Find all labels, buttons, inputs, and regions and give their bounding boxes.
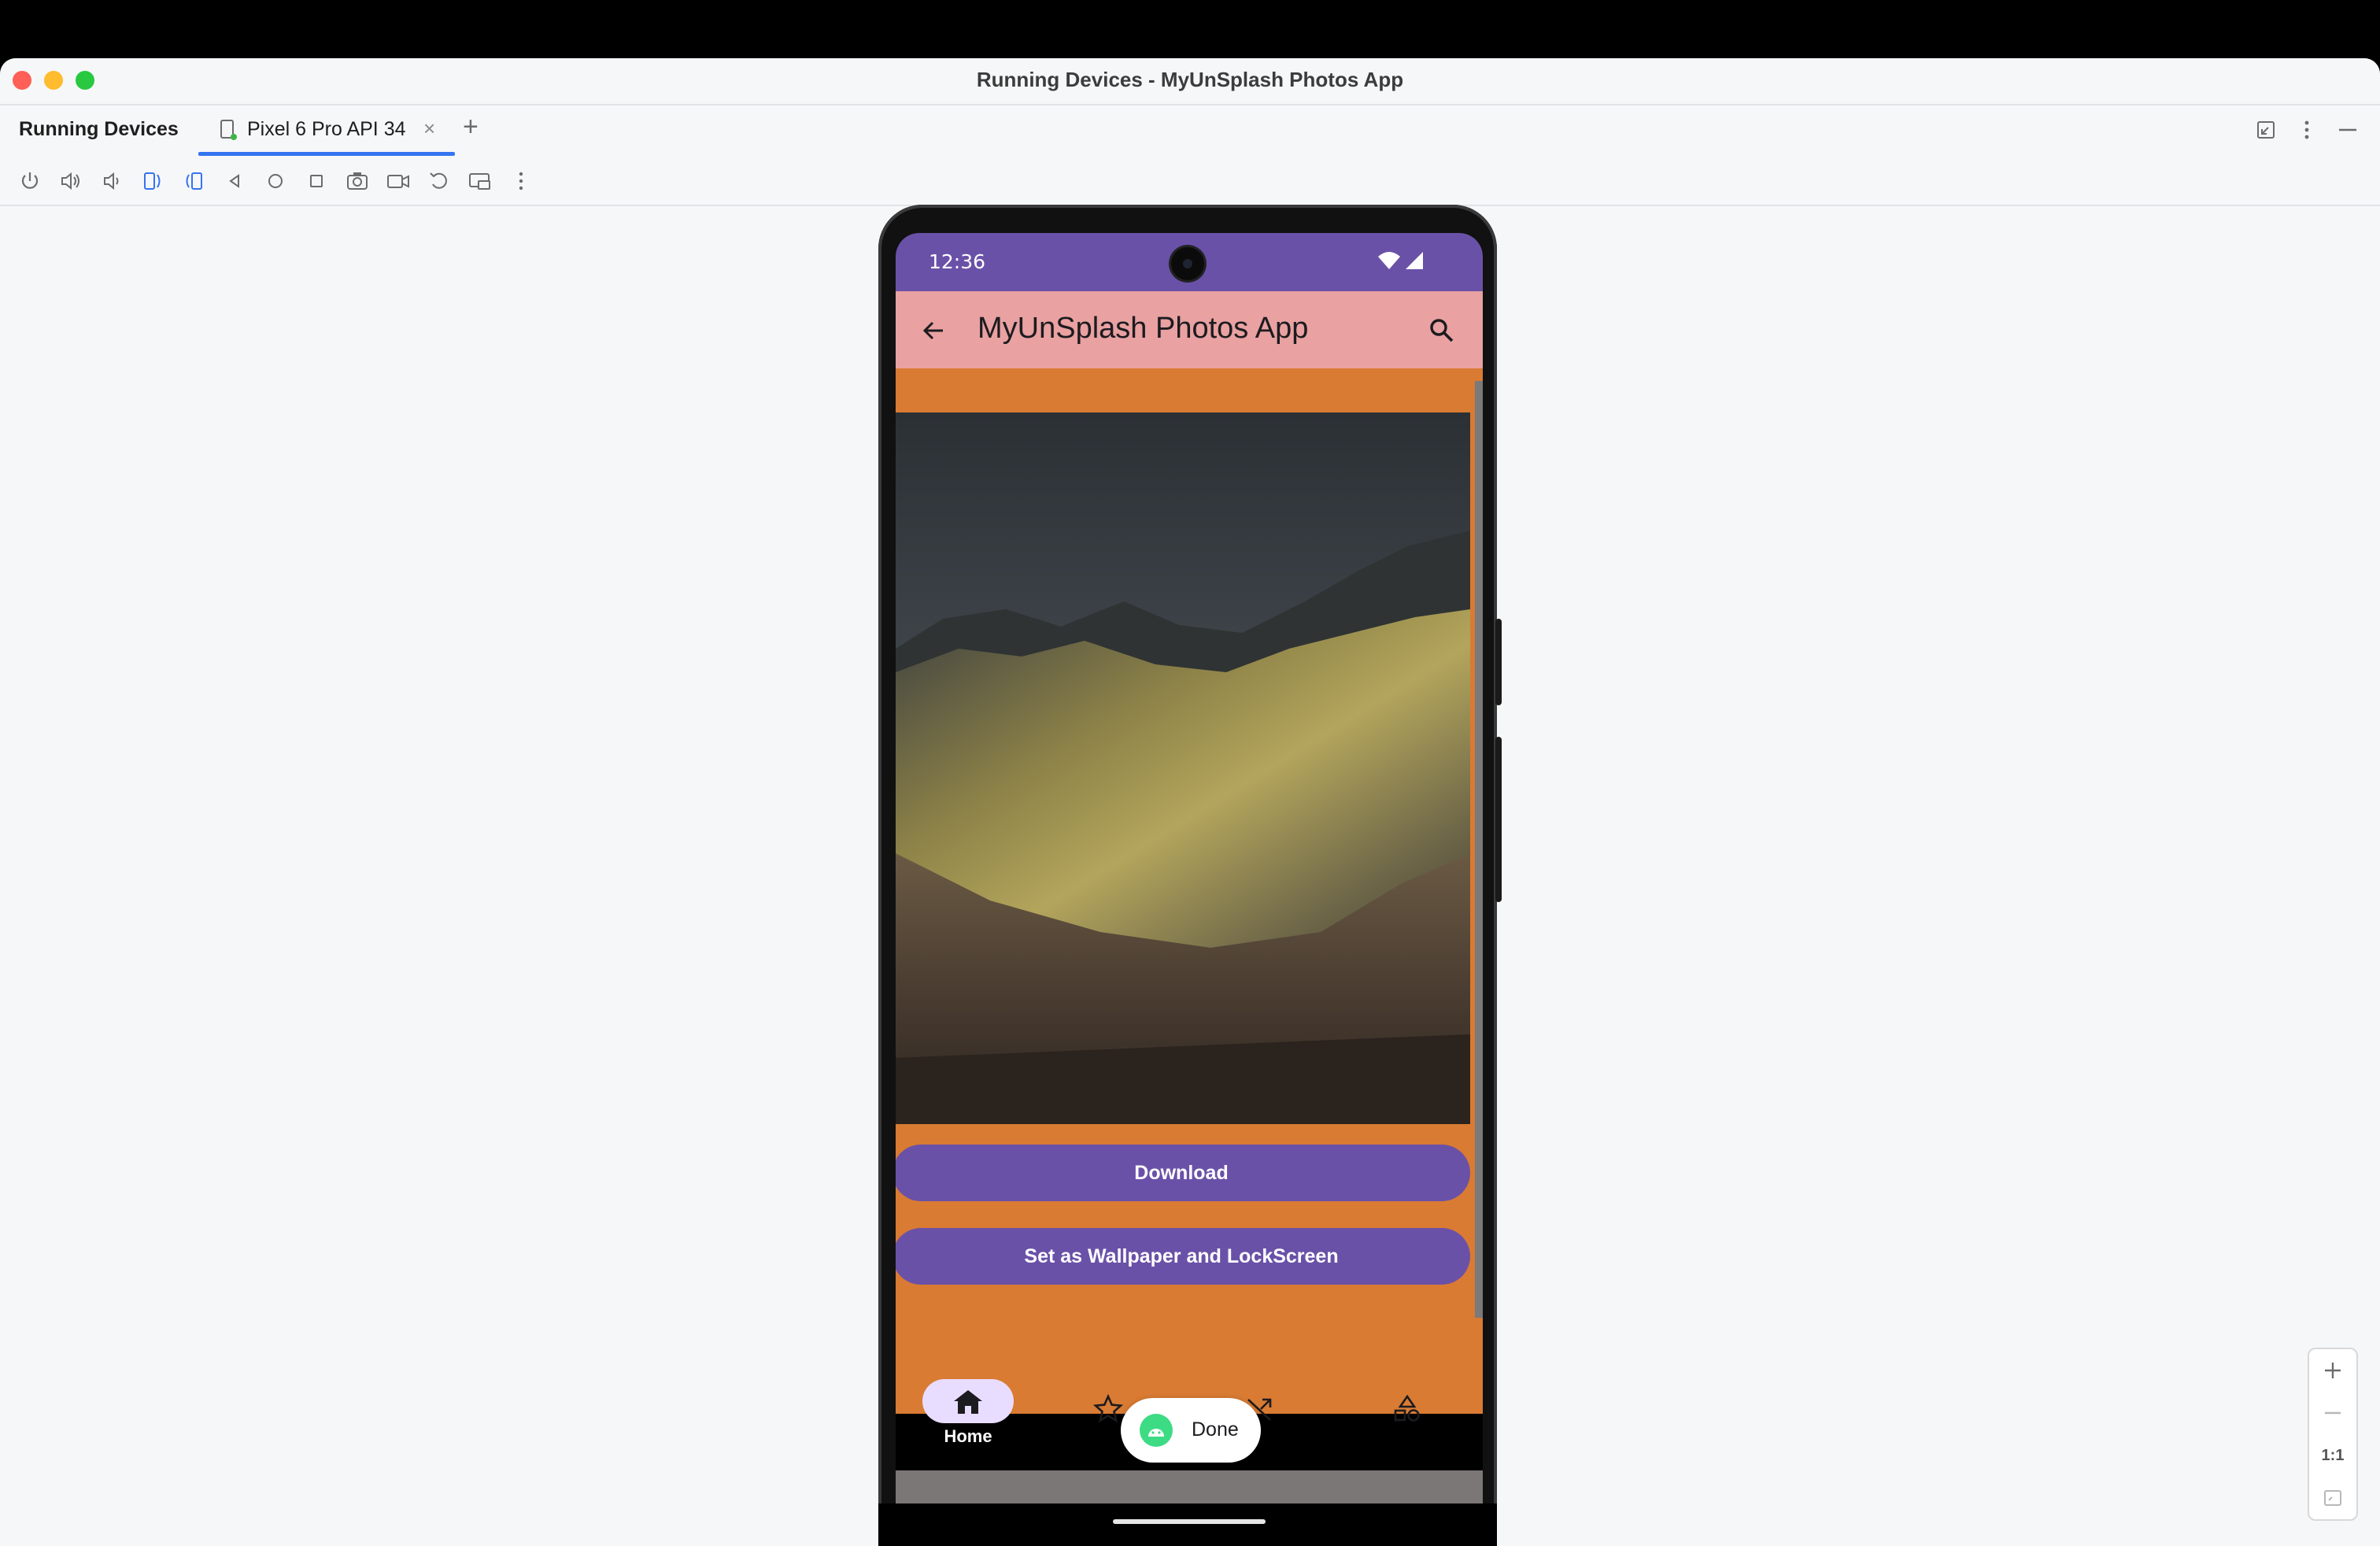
window-title: Running Devices - MyUnSplash Photos App: [976, 68, 1404, 91]
zoom-in-icon[interactable]: [2309, 1349, 2356, 1392]
tab-close-icon[interactable]: ×: [423, 117, 435, 141]
options-icon[interactable]: [2293, 117, 2320, 143]
reset-icon[interactable]: [427, 168, 452, 194]
device-home-bar: [878, 1503, 1497, 1546]
wifi-icon: [1378, 252, 1400, 269]
zoom-actual-size[interactable]: 1:1: [2309, 1434, 2356, 1477]
volume-rocker: [1495, 737, 1502, 902]
power-icon[interactable]: [17, 168, 42, 194]
photo-image: [896, 412, 1470, 1124]
android-icon: [1140, 1414, 1173, 1447]
back-arrow-icon[interactable]: [919, 316, 948, 345]
ide-window: Running Devices - MyUnSplash Photos App …: [0, 58, 2380, 1546]
tab-pixel-6-pro[interactable]: Pixel 6 Pro API 34 ×: [198, 105, 455, 156]
mirror-icon[interactable]: [468, 168, 493, 194]
nav-home-label[interactable]: Home: [922, 1426, 1014, 1447]
status-time: 12:36: [929, 250, 986, 273]
home-nav-icon: [954, 1390, 982, 1414]
toast-label: Done: [1192, 1418, 1239, 1441]
zoom-controls: 1:1: [2308, 1348, 2358, 1521]
home-indicator[interactable]: [1113, 1519, 1266, 1524]
home-icon[interactable]: [263, 168, 288, 194]
app-bar: MyUnSplash Photos App: [896, 291, 1483, 368]
volume-down-icon[interactable]: [99, 168, 124, 194]
front-camera: [1171, 247, 1204, 280]
device-frame: 12:36 MyUnSplash Photos App Download Set…: [878, 205, 1502, 1546]
restore-icon[interactable]: [2252, 117, 2279, 143]
signal-icon: [1406, 252, 1423, 269]
scrollbar[interactable]: [1475, 381, 1483, 1318]
side-button: [1495, 619, 1502, 705]
add-tab-icon[interactable]: +: [463, 112, 479, 142]
download-button[interactable]: Download: [896, 1145, 1470, 1201]
tab-label: Pixel 6 Pro API 34: [247, 118, 406, 140]
screen-record-icon[interactable]: [386, 168, 411, 194]
screenshot-icon[interactable]: [345, 168, 370, 194]
status-bar: 12:36: [896, 233, 1483, 291]
device-toolbar: [0, 156, 2380, 206]
overview-icon[interactable]: [304, 168, 329, 194]
set-wallpaper-button[interactable]: Set as Wallpaper and LockScreen: [896, 1228, 1470, 1285]
mountain-photo: [896, 412, 1470, 1124]
photo-detail-content: Download Set as Wallpaper and LockScreen: [896, 368, 1483, 1414]
tab-bar: Running Devices Pixel 6 Pro API 34 × +: [0, 105, 2380, 156]
volume-up-icon[interactable]: [58, 168, 83, 194]
done-toast: Done: [1121, 1398, 1261, 1463]
star-nav-icon[interactable]: [1092, 1393, 1124, 1425]
title-bar: Running Devices - MyUnSplash Photos App: [0, 58, 2380, 105]
zoom-out-icon[interactable]: [2309, 1392, 2356, 1434]
rotate-left-icon[interactable]: [140, 168, 165, 194]
nav-home-indicator[interactable]: [922, 1379, 1014, 1423]
app-title: MyUnSplash Photos App: [978, 312, 1309, 345]
rotate-right-icon[interactable]: [181, 168, 206, 194]
hide-panel-icon[interactable]: [2334, 117, 2361, 143]
device-icon: [220, 120, 237, 140]
device-screen[interactable]: 12:36 MyUnSplash Photos App Download Set…: [896, 233, 1483, 1532]
zoom-fit-icon[interactable]: [2309, 1477, 2356, 1519]
search-icon[interactable]: [1428, 316, 1456, 345]
back-icon[interactable]: [222, 168, 247, 194]
more-icon[interactable]: [508, 168, 534, 194]
panel-title: Running Devices: [19, 118, 179, 140]
categories-nav-icon[interactable]: [1391, 1393, 1423, 1425]
